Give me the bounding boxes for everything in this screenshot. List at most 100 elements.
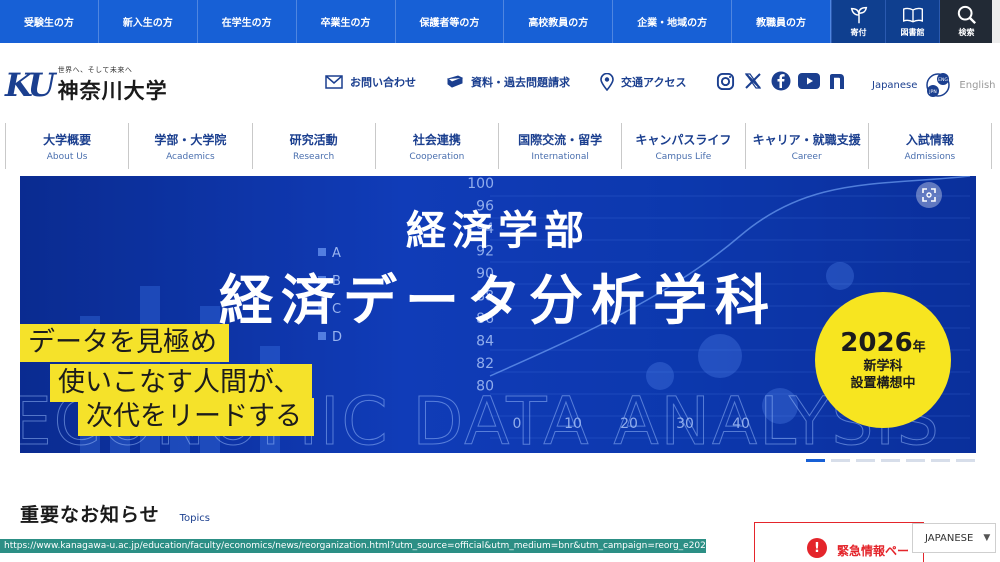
nav-career[interactable]: キャリア・就職支援 Career xyxy=(744,123,868,169)
hero-copy-line-1: データを見極め xyxy=(20,324,229,362)
hero-zoom-button[interactable] xyxy=(916,182,942,208)
nav-cooperation-jp: 社会連携 xyxy=(412,132,461,147)
nav-international[interactable]: 国際交流・留学 International xyxy=(498,123,621,169)
audience-prospective-students[interactable]: 受験生の方 xyxy=(0,0,99,43)
language-select[interactable]: JAPANESE ▼ xyxy=(912,523,996,553)
map-pin-icon xyxy=(600,73,614,91)
nav-about-jp: 大学概要 xyxy=(43,132,92,147)
youtube-link[interactable] xyxy=(798,70,820,92)
nav-about[interactable]: 大学概要 About Us xyxy=(5,123,128,169)
nav-admissions[interactable]: 入試情報 Admissions xyxy=(867,123,992,169)
slider-dot[interactable] xyxy=(831,459,850,462)
topics-title: 重要なお知らせ xyxy=(20,504,160,526)
x-icon xyxy=(744,73,762,89)
nav-cooperation-en: Cooperation xyxy=(409,151,465,162)
audience-new-students[interactable]: 新入生の方 xyxy=(99,0,198,43)
emergency-info-link[interactable]: ! 緊急情報ペー xyxy=(754,522,924,562)
materials-request-link[interactable]: 資料・過去問題請求 xyxy=(446,74,570,90)
audience-staff[interactable]: 教職員の方 xyxy=(732,0,831,43)
audience-nav: 受験生の方 新入生の方 在学生の方 卒業生の方 保護者等の方 高校教員の方 企業… xyxy=(0,0,831,43)
hero-badge-year-suffix: 年 xyxy=(912,340,926,355)
nav-research[interactable]: 研究活動 Research xyxy=(251,123,375,169)
social-links xyxy=(714,70,854,92)
language-toggle[interactable]: ENG JPN xyxy=(923,72,953,98)
facebook-icon xyxy=(771,71,791,91)
slider-dot[interactable] xyxy=(806,459,825,462)
audience-companies-community[interactable]: 企業・地域の方 xyxy=(613,0,733,43)
hero-bg-number: 84 xyxy=(476,334,494,350)
audience-high-school-teachers[interactable]: 高校教員の方 xyxy=(504,0,614,43)
nav-career-en: Career xyxy=(791,151,822,162)
donate-button[interactable]: 寄付 xyxy=(831,0,885,43)
lang-english[interactable]: English xyxy=(959,80,995,91)
emergency-label: 緊急情報ペー xyxy=(837,544,910,558)
site-header: KU 世界へ、そして未来へ 神奈川大学 お問い合わせ 資料・過去問題請求 交通ア… xyxy=(0,43,1000,123)
nav-career-jp: キャリア・就職支援 xyxy=(752,132,861,147)
slider-pagination xyxy=(806,459,981,462)
hero-badge: 2026年 新学科 設置構想中 xyxy=(815,292,951,428)
access-label: 交通アクセス xyxy=(621,76,687,89)
hero-badge-year: 2026 xyxy=(840,328,913,358)
language-switch: Japanese ENG JPN English xyxy=(872,72,996,98)
top-audience-bar: 受験生の方 新入生の方 在学生の方 卒業生の方 保護者等の方 高校教員の方 企業… xyxy=(0,0,1000,43)
nav-research-en: Research xyxy=(292,151,335,162)
hero-bg-number: 100 xyxy=(467,176,494,192)
logo-text: 世界へ、そして未来へ 神奈川大学 xyxy=(58,65,168,105)
hero-copy-line-3: 次代をリードする xyxy=(78,398,314,436)
toggle-jpn: JPN xyxy=(929,89,937,95)
x-link[interactable] xyxy=(742,70,764,92)
hero-banner[interactable]: 100 96 94 92 90 88 86 84 82 80 0 10 20 30 40 A B C D ECONOM… xyxy=(20,176,976,453)
nav-academics-en: Academics xyxy=(166,151,215,162)
library-label: 図書館 xyxy=(900,28,925,37)
slider-dot[interactable] xyxy=(906,459,925,462)
sprout-icon xyxy=(850,6,867,24)
contact-label: お問い合わせ xyxy=(350,76,416,89)
note-icon xyxy=(830,74,844,89)
toggle-eng: ENG xyxy=(939,77,949,83)
nav-academics[interactable]: 学部・大学院 Academics xyxy=(128,123,251,169)
slider-dot[interactable] xyxy=(881,459,900,462)
utility-icons: 寄付 図書館 検索 xyxy=(831,0,993,43)
hero-badge-line-2: 設置構想中 xyxy=(850,376,916,391)
library-button[interactable]: 図書館 xyxy=(885,0,939,43)
header-links: お問い合わせ 資料・過去問題請求 交通アクセス xyxy=(325,73,716,91)
hero-badge-year-wrap: 2026年 xyxy=(840,328,925,358)
scrollbar-track[interactable] xyxy=(992,0,1000,43)
nav-international-jp: 国際交流・留学 xyxy=(518,132,603,147)
hero-bg-bubble xyxy=(698,334,742,378)
hero-bg-number: 82 xyxy=(476,356,494,372)
nav-research-jp: 研究活動 xyxy=(289,132,338,147)
slider-dot[interactable] xyxy=(931,459,950,462)
hero-faculty-title: 経済学部 xyxy=(406,208,590,254)
nav-admissions-jp: 入試情報 xyxy=(905,132,954,147)
slider-dot[interactable] xyxy=(856,459,875,462)
search-button[interactable]: 検索 xyxy=(939,0,993,43)
university-logo[interactable]: KU 世界へ、そして未来へ 神奈川大学 xyxy=(5,65,168,105)
nav-campus-life-en: Campus Life xyxy=(655,151,712,162)
topics-subtitle: Topics xyxy=(179,513,210,524)
mail-icon xyxy=(325,75,343,89)
access-link[interactable]: 交通アクセス xyxy=(600,73,686,91)
nav-about-en: About Us xyxy=(46,151,88,162)
contact-link[interactable]: お問い合わせ xyxy=(325,74,416,90)
main-navigation: 大学概要 About Us 学部・大学院 Academics 研究活動 Researc… xyxy=(5,123,992,169)
book-open-icon xyxy=(446,75,464,88)
nav-admissions-en: Admissions xyxy=(904,151,956,162)
instagram-link[interactable] xyxy=(714,70,736,92)
audience-guardians[interactable]: 保護者等の方 xyxy=(396,0,505,43)
nav-international-en: International xyxy=(531,151,589,162)
facebook-link[interactable] xyxy=(770,70,792,92)
topics-heading: 重要なお知らせ Topics xyxy=(20,500,210,527)
note-link[interactable] xyxy=(826,70,848,92)
audience-alumni[interactable]: 卒業生の方 xyxy=(297,0,396,43)
logo-mark: KU xyxy=(5,66,56,104)
status-bar-url: https://www.kanagawa-u.ac.jp/education/f… xyxy=(0,539,706,553)
logo-tagline: 世界へ、そして未来へ xyxy=(57,66,133,74)
lang-japanese[interactable]: Japanese xyxy=(872,80,917,91)
nav-campus-life[interactable]: キャンパスライフ Campus Life xyxy=(621,123,744,169)
audience-current-students[interactable]: 在学生の方 xyxy=(198,0,297,43)
youtube-icon xyxy=(798,73,820,89)
donate-label: 寄付 xyxy=(850,28,867,37)
nav-cooperation[interactable]: 社会連携 Cooperation xyxy=(374,123,498,169)
slider-dot[interactable] xyxy=(956,459,975,462)
